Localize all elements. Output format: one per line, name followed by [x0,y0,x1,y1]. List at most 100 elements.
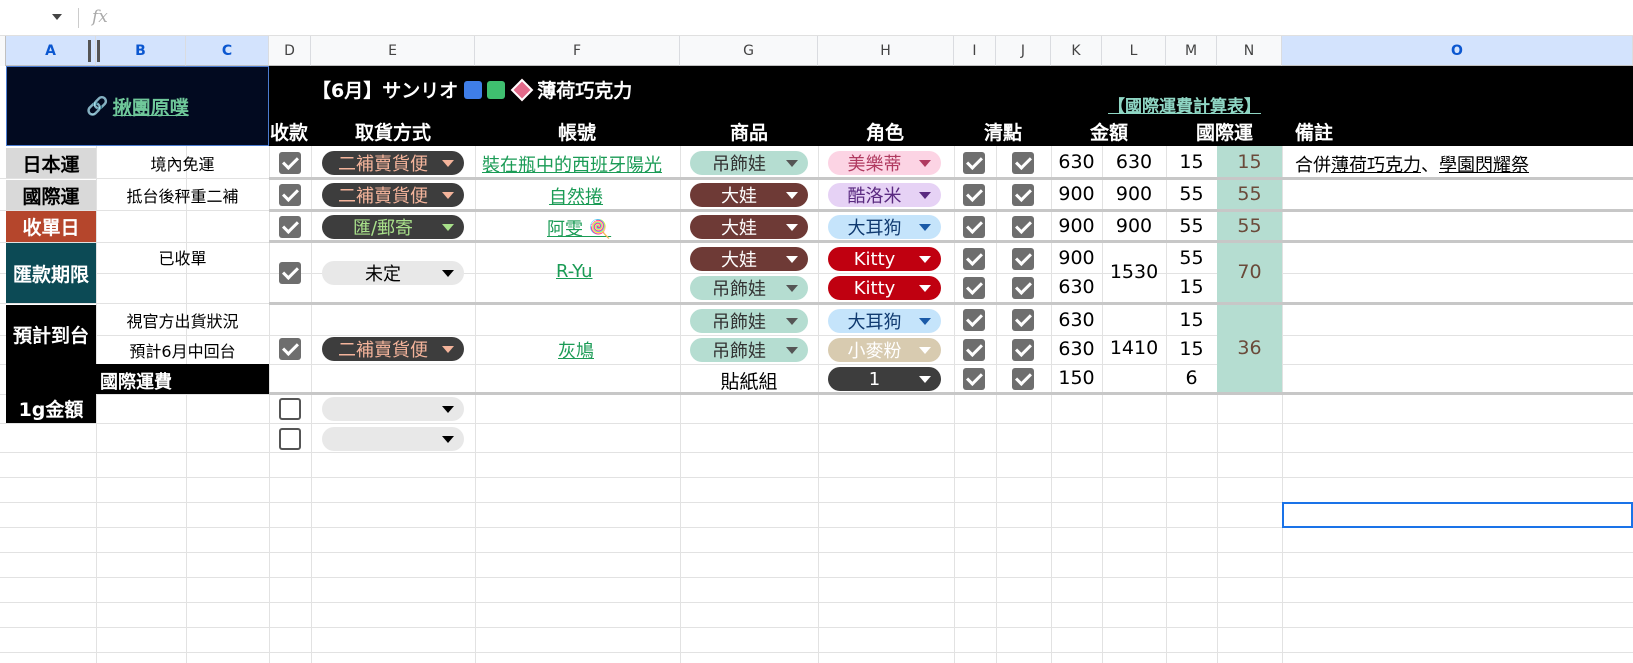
dropdown-arrow-icon [786,284,798,292]
name-box[interactable] [0,4,70,32]
character-dropdown[interactable]: Kitty [828,247,941,271]
chevron-down-icon[interactable] [52,14,62,20]
account-link[interactable]: R-Yu [556,261,592,282]
freeze-handle[interactable] [88,40,100,62]
product-dropdown[interactable]: 吊飾娃 [690,338,808,362]
dropdown-arrow-icon [786,317,798,325]
group-link-cell[interactable]: 🔗 揪團原噗 [6,66,269,146]
pickup-dropdown[interactable]: 二補賣貨便 [322,183,464,207]
formula-input[interactable] [120,4,1620,32]
account-link[interactable]: 阿雯 🍭 [547,215,611,241]
check-j-checkbox[interactable] [1012,184,1034,206]
check-j-checkbox[interactable] [1012,152,1034,174]
check-i-checkbox[interactable] [963,248,985,270]
character-dropdown[interactable]: 美樂蒂 [828,151,941,175]
pickup-dropdown[interactable]: 二補賣貨便 [322,337,464,361]
product-dropdown[interactable]: 吊飾娃 [690,276,808,300]
check-i-checkbox[interactable] [963,309,985,331]
col-header-h[interactable]: H [818,36,954,66]
received-checkbox[interactable] [279,152,301,174]
col-header-k[interactable]: K [1051,36,1102,66]
intl-total: 36 [1237,337,1262,359]
product-dropdown[interactable]: 大娃 [690,183,808,207]
pickup-dropdown[interactable]: 匯/郵寄 [322,215,464,239]
dropdown-arrow-icon [786,346,798,354]
note-link-festival[interactable]: 學園閃耀祭 [1439,155,1529,176]
intl-fee-label: 國際運費 [96,364,269,394]
col-header-d[interactable]: D [269,36,311,66]
account-link[interactable]: 裝在瓶中的西班牙陽光 [482,151,662,177]
dropdown-arrow-icon [919,346,931,354]
col-header-l[interactable]: L [1102,36,1166,66]
product-dropdown[interactable]: 吊飾娃 [690,309,808,333]
check-j-checkbox[interactable] [1012,216,1034,238]
check-j-checkbox[interactable] [1012,248,1034,270]
product-dropdown[interactable]: 大娃 [690,215,808,239]
check-i-checkbox[interactable] [963,152,985,174]
product-dropdown[interactable]: 吊飾娃 [690,151,808,175]
quantity-dropdown[interactable]: 1 [828,367,941,391]
check-i-checkbox[interactable] [963,216,985,238]
col-header-i[interactable]: I [954,36,996,66]
character-dropdown[interactable]: 酷洛米 [828,183,941,207]
selected-cell[interactable] [1282,502,1633,528]
link-icon: 🔗 [86,95,109,117]
total-value: 900 [1115,183,1153,205]
received-checkbox[interactable] [279,216,301,238]
col-header-g[interactable]: G [680,36,818,66]
header-amount: 金額 [1090,122,1129,144]
dropdown-arrow-icon [919,255,931,263]
account-link[interactable]: 自然捲 [549,183,603,209]
character-dropdown[interactable]: 小麥粉 [828,338,941,362]
pickup-dropdown[interactable]: 二補賣貨便 [322,151,464,175]
check-i-checkbox[interactable] [963,368,985,390]
header-intl: 國際運 [1196,122,1254,144]
col-header-n[interactable]: N [1217,36,1282,66]
character-dropdown[interactable]: 大耳狗 [828,215,941,239]
col-header-c[interactable]: C [186,36,269,66]
character-dropdown[interactable]: 大耳狗 [828,309,941,333]
col-header-m[interactable]: M [1166,36,1217,66]
pickup-dropdown-empty[interactable] [322,427,464,451]
character-dropdown[interactable]: Kitty [828,276,941,300]
intl-value: 6 [1185,367,1198,389]
intl-value: 15 [1179,276,1204,298]
col-header-o[interactable]: O [1282,36,1633,66]
account-link[interactable]: 灰鳩 [558,337,594,363]
shipping-calc-link[interactable]: 【國際運費計算表】 [1108,92,1261,117]
received-checkbox[interactable] [279,338,301,360]
product-text: 貼紙組 [720,371,778,393]
received-checkbox[interactable] [279,262,301,284]
product-dropdown[interactable]: 大娃 [690,247,808,271]
eta-value-2: 預計6月中回台 [129,341,236,361]
received-checkbox[interactable] [279,184,301,206]
note-link-mint[interactable]: 薄荷巧克力 [1331,155,1421,176]
header-note: 備註 [1295,122,1334,144]
check-i-checkbox[interactable] [963,184,985,206]
pickup-dropdown[interactable]: 未定 [322,261,464,285]
received-checkbox-empty[interactable] [279,428,301,450]
col-header-a[interactable]: A [6,36,96,66]
received-checkbox-empty[interactable] [279,398,301,420]
group-link[interactable]: 揪團原噗 [113,93,189,120]
fx-icon: fx [92,7,108,27]
dropdown-arrow-icon [919,191,931,199]
check-i-checkbox[interactable] [963,277,985,299]
intl-fee-left [6,364,96,394]
dropdown-arrow-icon [442,435,454,443]
check-j-checkbox[interactable] [1012,309,1034,331]
check-i-checkbox[interactable] [963,339,985,361]
col-header-j[interactable]: J [996,36,1051,66]
dropdown-arrow-icon [442,269,454,277]
check-j-checkbox[interactable] [1012,277,1034,299]
check-j-checkbox[interactable] [1012,339,1034,361]
sheet-title: 【6月】サンリオ 薄荷巧克力 [312,76,632,103]
total-value: 630 [1115,151,1153,173]
col-header-f[interactable]: F [475,36,680,66]
col-header-b[interactable]: B [96,36,186,66]
pickup-dropdown-empty[interactable] [322,397,464,421]
eta-label: 預計到台 [6,305,96,364]
check-j-checkbox[interactable] [1012,368,1034,390]
header-product: 商品 [730,122,769,144]
col-header-e[interactable]: E [311,36,475,66]
